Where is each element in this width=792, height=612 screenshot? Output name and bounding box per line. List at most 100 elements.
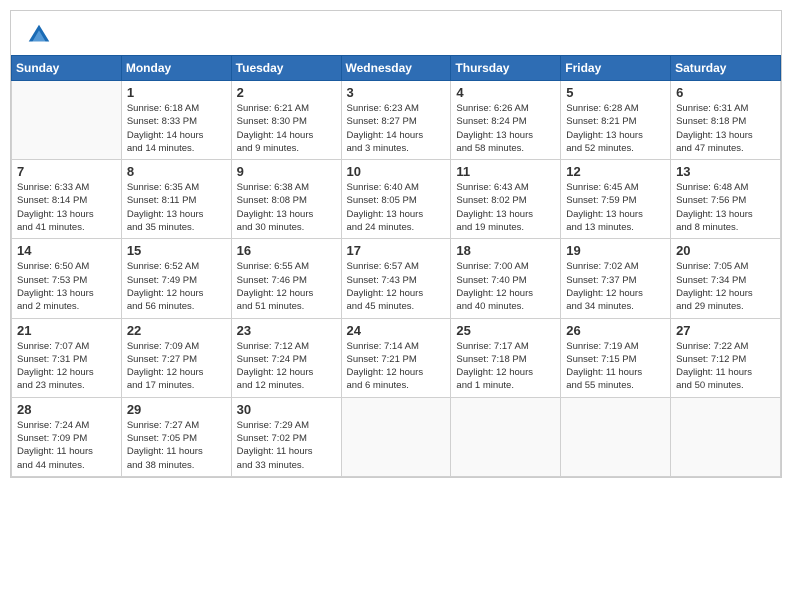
day-info: Sunrise: 6:52 AM Sunset: 7:49 PM Dayligh… [127,260,226,313]
logo [25,21,57,49]
day-number: 27 [676,323,775,338]
day-info: Sunrise: 6:23 AM Sunset: 8:27 PM Dayligh… [347,102,446,155]
weekday-header-friday: Friday [561,56,671,81]
day-number: 29 [127,402,226,417]
day-number: 6 [676,85,775,100]
day-info: Sunrise: 6:50 AM Sunset: 7:53 PM Dayligh… [17,260,116,313]
day-cell: 2 Sunrise: 6:21 AM Sunset: 8:30 PM Daylig… [231,81,341,160]
day-cell: 21 Sunrise: 7:07 AM Sunset: 7:31 PM Dayli… [12,318,122,397]
day-info: Sunrise: 6:21 AM Sunset: 8:30 PM Dayligh… [237,102,336,155]
week-row-3: 14 Sunrise: 6:50 AM Sunset: 7:53 PM Dayli… [12,239,781,318]
weekday-header-tuesday: Tuesday [231,56,341,81]
day-info: Sunrise: 6:33 AM Sunset: 8:14 PM Dayligh… [17,181,116,234]
week-row-4: 21 Sunrise: 7:07 AM Sunset: 7:31 PM Dayli… [12,318,781,397]
day-info: Sunrise: 7:19 AM Sunset: 7:15 PM Dayligh… [566,340,665,393]
week-row-2: 7 Sunrise: 6:33 AM Sunset: 8:14 PM Daylig… [12,160,781,239]
day-info: Sunrise: 6:43 AM Sunset: 8:02 PM Dayligh… [456,181,555,234]
day-number: 9 [237,164,336,179]
day-cell: 4 Sunrise: 6:26 AM Sunset: 8:24 PM Daylig… [451,81,561,160]
day-number: 14 [17,243,116,258]
day-cell: 20 Sunrise: 7:05 AM Sunset: 7:34 PM Dayli… [671,239,781,318]
day-number: 1 [127,85,226,100]
day-cell: 13Sunrise: 6:48 AM Sunset: 7:56 PM Dayli… [671,160,781,239]
calendar-page: SundayMondayTuesdayWednesdayThursdayFrid… [10,10,782,478]
day-number: 28 [17,402,116,417]
day-cell: 30 Sunrise: 7:29 AM Sunset: 7:02 PM Dayli… [231,397,341,476]
day-info: Sunrise: 6:31 AM Sunset: 8:18 PM Dayligh… [676,102,775,155]
day-info: Sunrise: 7:00 AM Sunset: 7:40 PM Dayligh… [456,260,555,313]
day-info: Sunrise: 7:22 AM Sunset: 7:12 PM Dayligh… [676,340,775,393]
day-info: Sunrise: 6:55 AM Sunset: 7:46 PM Dayligh… [237,260,336,313]
day-cell: 25 Sunrise: 7:17 AM Sunset: 7:18 PM Dayli… [451,318,561,397]
day-cell: 14 Sunrise: 6:50 AM Sunset: 7:53 PM Dayli… [12,239,122,318]
day-cell: 9Sunrise: 6:38 AM Sunset: 8:08 PM Daylig… [231,160,341,239]
day-number: 16 [237,243,336,258]
weekday-header-wednesday: Wednesday [341,56,451,81]
day-info: Sunrise: 6:26 AM Sunset: 8:24 PM Dayligh… [456,102,555,155]
weekday-header-saturday: Saturday [671,56,781,81]
day-info: Sunrise: 6:18 AM Sunset: 8:33 PM Dayligh… [127,102,226,155]
weekday-header-sunday: Sunday [12,56,122,81]
day-number: 18 [456,243,555,258]
day-number: 10 [347,164,446,179]
day-info: Sunrise: 7:27 AM Sunset: 7:05 PM Dayligh… [127,419,226,472]
day-cell: 29 Sunrise: 7:27 AM Sunset: 7:05 PM Dayli… [121,397,231,476]
calendar-table: SundayMondayTuesdayWednesdayThursdayFrid… [11,55,781,477]
day-cell [341,397,451,476]
day-cell: 17Sunrise: 6:57 AM Sunset: 7:43 PM Dayli… [341,239,451,318]
day-number: 22 [127,323,226,338]
day-cell: 26 Sunrise: 7:19 AM Sunset: 7:15 PM Dayli… [561,318,671,397]
day-info: Sunrise: 6:40 AM Sunset: 8:05 PM Dayligh… [347,181,446,234]
day-cell: 23 Sunrise: 7:12 AM Sunset: 7:24 PM Dayli… [231,318,341,397]
day-number: 23 [237,323,336,338]
day-info: Sunrise: 7:05 AM Sunset: 7:34 PM Dayligh… [676,260,775,313]
day-cell: 19 Sunrise: 7:02 AM Sunset: 7:37 PM Dayli… [561,239,671,318]
day-number: 4 [456,85,555,100]
day-cell [671,397,781,476]
day-number: 21 [17,323,116,338]
day-info: Sunrise: 6:57 AM Sunset: 7:43 PM Dayligh… [347,260,446,313]
day-info: Sunrise: 7:12 AM Sunset: 7:24 PM Dayligh… [237,340,336,393]
day-number: 15 [127,243,226,258]
day-info: Sunrise: 6:28 AM Sunset: 8:21 PM Dayligh… [566,102,665,155]
day-info: Sunrise: 6:45 AM Sunset: 7:59 PM Dayligh… [566,181,665,234]
day-cell: 15 Sunrise: 6:52 AM Sunset: 7:49 PM Dayli… [121,239,231,318]
day-info: Sunrise: 7:17 AM Sunset: 7:18 PM Dayligh… [456,340,555,393]
day-info: Sunrise: 6:35 AM Sunset: 8:11 PM Dayligh… [127,181,226,234]
day-number: 25 [456,323,555,338]
day-info: Sunrise: 7:02 AM Sunset: 7:37 PM Dayligh… [566,260,665,313]
day-cell [561,397,671,476]
day-info: Sunrise: 7:14 AM Sunset: 7:21 PM Dayligh… [347,340,446,393]
weekday-header-monday: Monday [121,56,231,81]
day-info: Sunrise: 7:29 AM Sunset: 7:02 PM Dayligh… [237,419,336,472]
day-cell [451,397,561,476]
day-number: 19 [566,243,665,258]
day-cell: 7 Sunrise: 6:33 AM Sunset: 8:14 PM Daylig… [12,160,122,239]
day-cell: 18 Sunrise: 7:00 AM Sunset: 7:40 PM Dayli… [451,239,561,318]
day-cell: 11Sunrise: 6:43 AM Sunset: 8:02 PM Dayli… [451,160,561,239]
day-info: Sunrise: 7:07 AM Sunset: 7:31 PM Dayligh… [17,340,116,393]
day-number: 12 [566,164,665,179]
day-number: 24 [347,323,446,338]
week-row-1: 1 Sunrise: 6:18 AM Sunset: 8:33 PM Daylig… [12,81,781,160]
day-cell: 12 Sunrise: 6:45 AM Sunset: 7:59 PM Dayli… [561,160,671,239]
day-number: 30 [237,402,336,417]
day-info: Sunrise: 7:09 AM Sunset: 7:27 PM Dayligh… [127,340,226,393]
day-cell: 24 Sunrise: 7:14 AM Sunset: 7:21 PM Dayli… [341,318,451,397]
day-cell: 5Sunrise: 6:28 AM Sunset: 8:21 PM Daylig… [561,81,671,160]
day-cell: 1 Sunrise: 6:18 AM Sunset: 8:33 PM Daylig… [121,81,231,160]
day-info: Sunrise: 7:24 AM Sunset: 7:09 PM Dayligh… [17,419,116,472]
day-number: 7 [17,164,116,179]
weekday-header-row: SundayMondayTuesdayWednesdayThursdayFrid… [12,56,781,81]
logo-icon [25,21,53,49]
day-number: 26 [566,323,665,338]
day-cell: 28 Sunrise: 7:24 AM Sunset: 7:09 PM Dayli… [12,397,122,476]
day-cell: 8 Sunrise: 6:35 AM Sunset: 8:11 PM Daylig… [121,160,231,239]
day-number: 2 [237,85,336,100]
day-cell: 16 Sunrise: 6:55 AM Sunset: 7:46 PM Dayli… [231,239,341,318]
day-number: 3 [347,85,446,100]
day-number: 20 [676,243,775,258]
day-number: 8 [127,164,226,179]
day-cell: 3 Sunrise: 6:23 AM Sunset: 8:27 PM Daylig… [341,81,451,160]
day-cell [12,81,122,160]
